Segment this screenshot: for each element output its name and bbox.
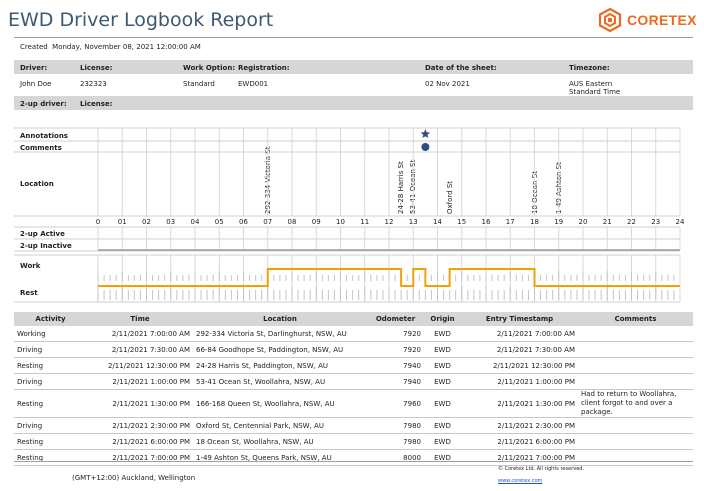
cell-odometer: 7980	[367, 433, 424, 450]
cell-location: 24-28 Harris St, Paddington, NSW, AU	[193, 357, 367, 374]
cell-entry-timestamp: 2/11/2021 12:30:00 PM	[461, 357, 578, 374]
cell-activity: Resting	[14, 433, 87, 450]
cell-time: 2/11/2021 12:30:00 PM	[87, 357, 193, 374]
cell-time: 2/11/2021 6:00:00 PM	[87, 433, 193, 450]
cell-origin: EWD	[424, 373, 461, 390]
cell-entry-timestamp: 2/11/2021 1:00:00 PM	[461, 373, 578, 390]
cell-activity: Driving	[14, 373, 87, 390]
table-header-row: Activity Time Location Odometer Origin E…	[14, 312, 693, 326]
cell-comments	[578, 417, 693, 434]
cell-activity: Resting	[14, 357, 87, 374]
table-row: Driving 2/11/2021 2:30:00 PM Oxford St, Ce…	[14, 417, 693, 434]
cell-comments	[578, 341, 693, 358]
footer-copyright: © Coretex Ltd. All rights reserved.	[498, 466, 585, 472]
cell-odometer: 7920	[367, 326, 424, 342]
cell-location: 18 Ocean St, Woollahra, NSW, AU	[193, 433, 367, 450]
cell-origin: EWD	[424, 417, 461, 434]
cell-location: 1-49 Ashton St, Queens Park, NSW, AU	[193, 449, 367, 466]
col-location: Location	[193, 312, 367, 326]
col-time: Time	[87, 312, 193, 326]
cell-origin: EWD	[424, 357, 461, 374]
cell-time: 2/11/2021 1:00:00 PM	[87, 373, 193, 390]
cell-odometer: 8000	[367, 449, 424, 466]
cell-activity: Working	[14, 326, 87, 342]
cell-activity: Driving	[14, 417, 87, 434]
cell-entry-timestamp: 2/11/2021 7:30:00 AM	[461, 341, 578, 358]
cell-time: 2/11/2021 7:00:00 AM	[87, 326, 193, 342]
cell-time: 2/11/2021 7:00:00 PM	[87, 449, 193, 466]
cell-origin: EWD	[424, 389, 461, 418]
footer-timezone: (GMT+12:00) Auckland, Wellington	[72, 474, 196, 482]
cell-activity: Resting	[14, 449, 87, 466]
cell-location: 166-168 Queen St, Woollahra, NSW, AU	[193, 389, 367, 418]
comment-dot-icon	[421, 143, 430, 151]
table-row: Driving 2/11/2021 7:30:00 AM 66-84 Goodhop…	[14, 341, 693, 358]
cell-location: 53-41 Ocean St, Woollahra, NSW, AU	[193, 373, 367, 390]
cell-entry-timestamp: 2/11/2021 2:30:00 PM	[461, 417, 578, 434]
cell-entry-timestamp: 2/11/2021 7:00:00 PM	[461, 449, 578, 466]
cell-entry-timestamp: 2/11/2021 1:30:00 PM	[461, 389, 578, 418]
cell-activity: Driving	[14, 341, 87, 358]
col-origin: Origin	[424, 312, 461, 326]
cell-origin: EWD	[424, 326, 461, 342]
table-row: Driving 2/11/2021 1:00:00 PM 53-41 Ocean S…	[14, 373, 693, 390]
cell-comments: Had to return to Woollahra, client forgo…	[578, 389, 693, 418]
cell-origin: EWD	[424, 449, 461, 466]
col-activity: Activity	[14, 312, 87, 326]
cell-time: 2/11/2021 2:30:00 PM	[87, 417, 193, 434]
cell-time: 2/11/2021 1:30:00 PM	[87, 389, 193, 418]
cell-location: Oxford St, Centennial Park, NSW, AU	[193, 417, 367, 434]
cell-comments	[578, 326, 693, 342]
logbook-chart	[14, 127, 681, 303]
cell-origin: EWD	[424, 341, 461, 358]
cell-comments	[578, 357, 693, 374]
footer-link[interactable]: www.coretex.com	[498, 478, 542, 484]
col-odometer: Odometer	[367, 312, 424, 326]
cell-comments	[578, 433, 693, 450]
cell-location: 292-334 Victoria St, Darlinghurst, NSW, …	[193, 326, 367, 342]
cell-comments	[578, 373, 693, 390]
cell-origin: EWD	[424, 433, 461, 450]
cell-location: 66-84 Goodhope St, Paddington, NSW, AU	[193, 341, 367, 358]
cell-odometer: 7960	[367, 389, 424, 418]
table-row: Resting 2/11/2021 6:00:00 PM 18 Ocean St, …	[14, 433, 693, 450]
activity-table: Activity Time Location Odometer Origin E…	[14, 312, 693, 466]
footer-divider	[14, 461, 693, 462]
table-row: Resting 2/11/2021 12:30:00 PM 24-28 Harris…	[14, 357, 693, 374]
col-comments: Comments	[578, 312, 693, 326]
cell-comments	[578, 449, 693, 466]
table-row: Resting 2/11/2021 7:00:00 PM 1-49 Ashton S…	[14, 449, 693, 466]
cell-odometer: 7940	[367, 373, 424, 390]
table-row: Resting 2/11/2021 1:30:00 PM 166-168 Queen…	[14, 389, 693, 418]
table-row: Working 2/11/2021 7:00:00 AM 292-334 Victo…	[14, 326, 693, 342]
cell-entry-timestamp: 2/11/2021 6:00:00 PM	[461, 433, 578, 450]
cell-entry-timestamp: 2/11/2021 7:00:00 AM	[461, 326, 578, 342]
annotation-star-icon	[420, 129, 431, 138]
cell-odometer: 7980	[367, 417, 424, 434]
cell-activity: Resting	[14, 389, 87, 418]
col-entry-timestamp: Entry Timestamp	[461, 312, 578, 326]
cell-time: 2/11/2021 7:30:00 AM	[87, 341, 193, 358]
cell-odometer: 7940	[367, 357, 424, 374]
cell-odometer: 7920	[367, 341, 424, 358]
